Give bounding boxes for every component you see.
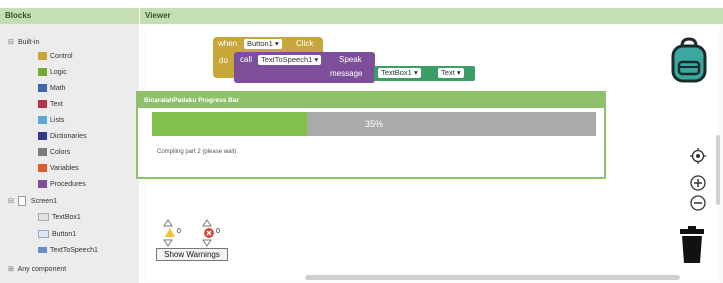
collapse-icon[interactable]: ⊟	[8, 197, 16, 205]
call-label: call	[240, 55, 253, 64]
lists-swatch-icon	[38, 116, 47, 124]
blocks-panel-title: Blocks	[0, 8, 139, 24]
tree-item-texttospeech1[interactable]: TextToSpeech1	[38, 247, 98, 254]
recenter-icon[interactable]	[690, 148, 706, 164]
blocks-panel: Blocks ⊟ Built-in Control Logic Math Tex…	[0, 8, 139, 283]
tree-item-control[interactable]: Control	[38, 52, 73, 60]
error-icon	[204, 228, 214, 238]
dictionaries-swatch-icon	[38, 132, 47, 140]
tree-item-colors[interactable]: Colors	[38, 148, 70, 156]
tree-item-variables[interactable]: Variables	[38, 164, 79, 172]
procedures-swatch-icon	[38, 180, 47, 188]
variables-swatch-icon	[38, 164, 47, 172]
warning-expand-arrow-icon[interactable]	[163, 239, 173, 247]
event-label: Click	[296, 39, 314, 48]
warning-icon	[165, 228, 175, 237]
tree-node-screen1[interactable]: ⊟ Screen1	[8, 196, 57, 206]
do-label: do	[219, 56, 228, 65]
tree-label-builtin: Built-in	[17, 39, 40, 46]
vertical-scrollbar[interactable]	[716, 135, 720, 205]
warning-collapse-arrow-icon[interactable]	[163, 219, 173, 227]
progress-status: Compiling part 2 (please wait)	[157, 149, 237, 155]
control-swatch-icon	[38, 52, 47, 60]
error-count: 0	[216, 228, 220, 235]
textbox-icon	[38, 213, 49, 221]
progress-percent: 35%	[364, 119, 383, 129]
collapse-icon[interactable]: ⊟	[8, 38, 16, 46]
logic-swatch-icon	[38, 68, 47, 76]
when-label: when	[218, 39, 238, 48]
tree-item-procedures[interactable]: Procedures	[38, 180, 86, 188]
progress-dialog: BicaralahPadaku Progress Bar 35% Compili…	[136, 91, 606, 179]
tree-node-builtin[interactable]: ⊟ Built-in	[8, 38, 39, 46]
method-label: Speak	[339, 55, 362, 64]
tree-item-math[interactable]: Math	[38, 84, 66, 92]
property-dropdown[interactable]: Text ▾	[438, 68, 464, 78]
error-collapse-arrow-icon[interactable]	[202, 219, 212, 227]
expand-icon[interactable]: ⊞	[8, 265, 16, 273]
text-swatch-icon	[38, 100, 47, 108]
tree-item-text[interactable]: Text	[38, 100, 63, 108]
progress-dialog-title: BicaralahPadaku Progress Bar	[138, 93, 604, 108]
textbox-dropdown[interactable]: TextBox1 ▾	[378, 68, 421, 78]
tree-node-any-component[interactable]: ⊞ Any component	[8, 265, 66, 273]
tree-item-button1[interactable]: Button1	[38, 230, 76, 238]
warning-count: 0	[177, 228, 181, 235]
backpack-icon[interactable]	[670, 37, 708, 83]
error-expand-arrow-icon[interactable]	[202, 239, 212, 247]
progress-bar: 35%	[152, 112, 596, 136]
zoom-in-icon[interactable]	[690, 175, 706, 191]
colors-swatch-icon	[38, 148, 47, 156]
math-swatch-icon	[38, 84, 47, 92]
message-param-label: message	[330, 69, 363, 78]
show-warnings-button[interactable]: Show Warnings	[156, 248, 228, 261]
tree-item-dictionaries[interactable]: Dictionaries	[38, 132, 87, 140]
tree-item-logic[interactable]: Logic	[38, 68, 67, 76]
tree-item-lists[interactable]: Lists	[38, 116, 64, 124]
speaker-icon	[38, 247, 47, 254]
zoom-out-icon[interactable]	[690, 195, 706, 211]
viewer-title: Viewer	[140, 8, 723, 24]
component-dropdown[interactable]: Button1 ▾	[244, 39, 282, 49]
speech-component-dropdown[interactable]: TextToSpeech1 ▾	[258, 55, 322, 65]
screen-icon	[17, 196, 26, 206]
trash-icon[interactable]	[680, 226, 704, 264]
tree-item-textbox1[interactable]: TextBox1	[38, 213, 81, 221]
button-icon	[38, 230, 49, 238]
horizontal-scrollbar[interactable]	[305, 275, 680, 280]
